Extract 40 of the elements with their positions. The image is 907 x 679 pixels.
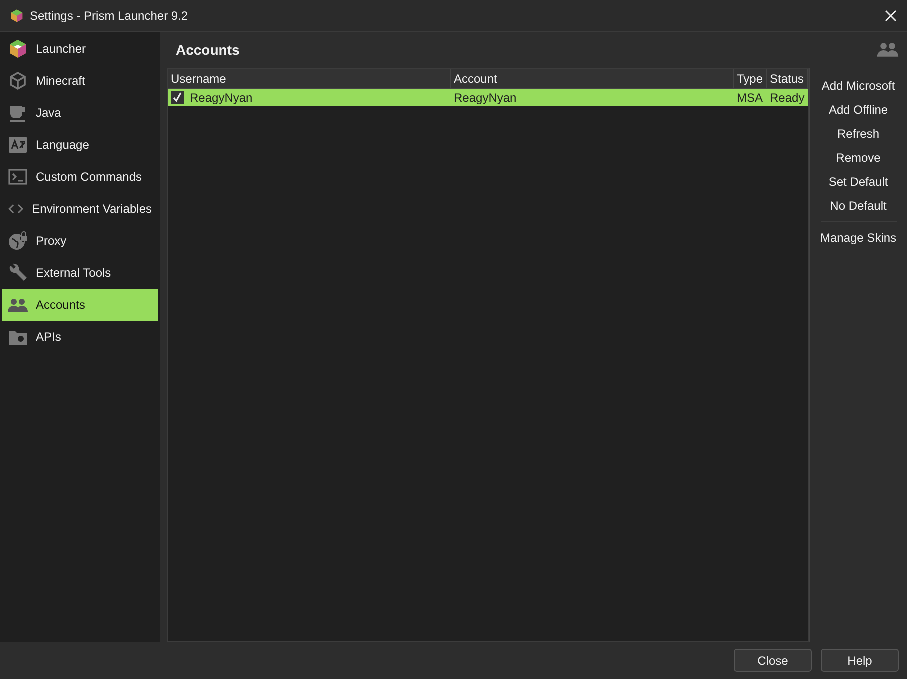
cube-logo-icon <box>8 39 28 59</box>
action-button[interactable]: Add Offline <box>826 98 890 122</box>
dialog-button[interactable]: Help <box>821 649 899 672</box>
sidebar-item[interactable]: Environment Variables <box>2 193 158 225</box>
table-cell: MSA <box>737 90 764 104</box>
wrench-icon <box>8 263 28 283</box>
table-row[interactable]: ReagyNyan ReagyNyan MSA Ready <box>168 89 808 106</box>
sidebar-item[interactable]: Accounts <box>2 289 158 321</box>
close-icon[interactable] <box>885 10 897 22</box>
table-cell: ReagyNyan <box>454 90 517 104</box>
cube-icon <box>8 71 28 91</box>
column-header[interactable]: Status <box>767 69 808 88</box>
column-header[interactable]: Type <box>734 69 767 88</box>
page-title: Accounts <box>176 42 240 58</box>
sidebar-item[interactable]: APIs <box>2 321 158 353</box>
action-button[interactable]: Add Microsoft <box>820 74 898 98</box>
sidebar-item[interactable]: Language <box>2 129 158 161</box>
table-cell: Ready <box>770 90 805 104</box>
sidebar-item[interactable]: Custom Commands <box>2 161 158 193</box>
window-title: Settings - Prism Launcher 9.2 <box>30 8 190 22</box>
action-button[interactable]: Manage Skins <box>818 226 899 250</box>
action-button[interactable]: Set Default <box>826 170 890 194</box>
column-header[interactable]: Account <box>451 69 734 88</box>
column-header[interactable]: Username <box>168 69 451 88</box>
dialog-button[interactable]: Close <box>734 649 812 672</box>
sidebar-item[interactable]: Proxy <box>2 225 158 257</box>
sidebar-item[interactable]: Launcher <box>2 33 158 65</box>
translate-icon <box>8 135 28 155</box>
sidebar-item[interactable]: External Tools <box>2 257 158 289</box>
people-icon <box>877 41 899 59</box>
table-cell: ReagyNyan <box>190 90 253 104</box>
action-button[interactable]: Remove <box>834 146 883 170</box>
action-button[interactable]: No Default <box>828 194 889 218</box>
globe-lock-icon <box>8 231 28 251</box>
sidebar-item[interactable]: Java <box>2 97 158 129</box>
terminal-icon <box>8 167 28 187</box>
sidebar-item[interactable]: Minecraft <box>2 65 158 97</box>
action-button[interactable]: Refresh <box>836 122 882 146</box>
checkbox[interactable] <box>171 91 184 104</box>
cube-logo-icon <box>10 8 24 22</box>
